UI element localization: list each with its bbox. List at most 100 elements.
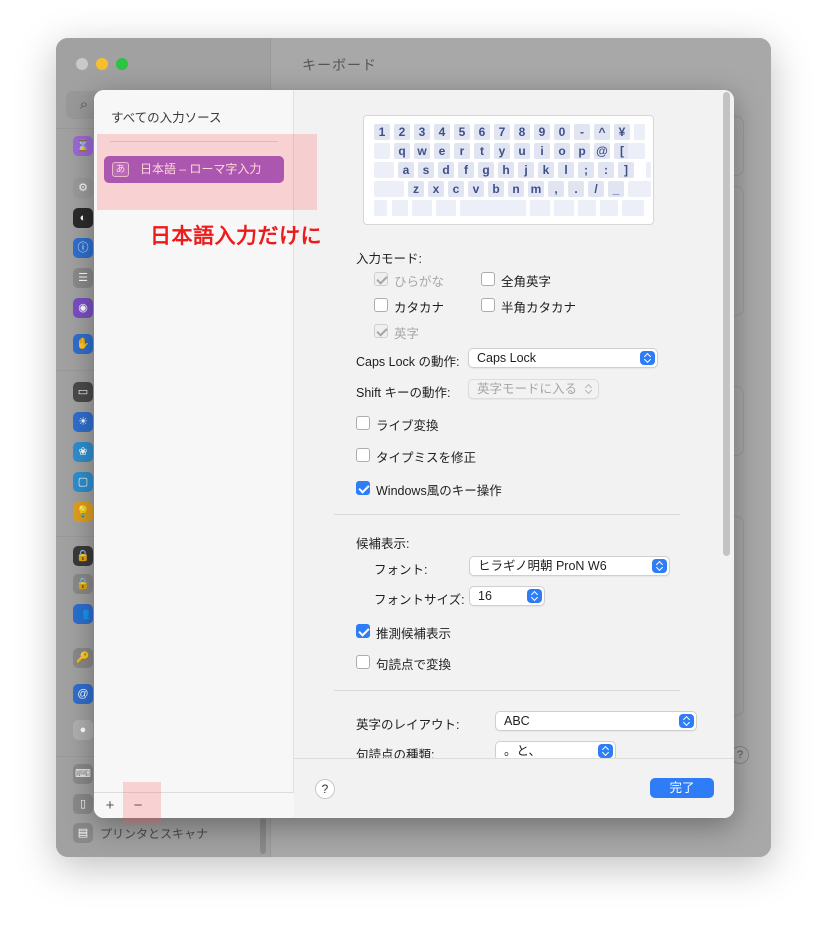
keyboard-key: b — [488, 181, 504, 197]
passwords-icon[interactable]: 🔑 — [73, 648, 93, 668]
windows-keys-checkbox[interactable] — [356, 481, 370, 495]
desktop-dock-icon[interactable]: ▭ — [73, 382, 93, 402]
predictive-label: 推測候補表示 — [376, 627, 452, 641]
game-center-icon[interactable]: ● — [73, 720, 93, 740]
keyboard-key: 6 — [474, 124, 490, 140]
eiji-label: 英字 — [394, 327, 420, 341]
keyboard-key: g — [478, 162, 494, 178]
hiragana-label: ひらがな — [394, 275, 445, 289]
katakana-checkbox[interactable] — [374, 298, 388, 312]
keyboard-key: c — [448, 181, 464, 197]
keyboard-key: n — [508, 181, 524, 197]
keyboard-key-blank — [646, 162, 651, 178]
sidebar-item-printers[interactable]: プリンタとスキャナ — [100, 825, 208, 842]
keyboard-key: r — [454, 143, 470, 159]
screen-time-icon[interactable]: ⌛ — [73, 136, 93, 156]
keyboard-key: 1 — [374, 124, 390, 140]
siri-icon[interactable]: ◉ — [73, 298, 93, 318]
predictive-checkbox[interactable] — [356, 624, 370, 638]
zenkaku-eiji-label: 全角英字 — [501, 275, 552, 289]
punct-convert-checkbox[interactable] — [356, 655, 370, 669]
keyboard-icon[interactable]: ⌨ — [73, 764, 93, 784]
keyboard-key-blank — [634, 124, 645, 140]
keyboard-key: 8 — [514, 124, 530, 140]
keyboard-key-blank — [374, 181, 404, 197]
done-button[interactable]: 完了 — [650, 778, 714, 798]
settings-scrollbar[interactable] — [723, 92, 730, 556]
keyboard-key: s — [418, 162, 434, 178]
keyboard-key: 2 — [394, 124, 410, 140]
layout-label: 英字のレイアウト: — [356, 718, 460, 732]
hankaku-katakana-checkbox[interactable] — [481, 298, 495, 312]
keyboard-key-blank — [600, 200, 618, 216]
caps-lock-value: Caps Lock — [477, 351, 537, 365]
input-mode-heading: 入力モード: — [356, 252, 422, 266]
font-size-label: フォントサイズ: — [374, 593, 465, 607]
punct-type-popup[interactable]: 。と、 — [495, 741, 616, 758]
keyboard-key: _ — [608, 181, 624, 197]
keyboard-key-blank — [554, 200, 574, 216]
caps-lock-label: Caps Lock の動作: — [356, 355, 460, 369]
font-popup[interactable]: ヒラギノ明朝 ProN W6 — [469, 556, 670, 576]
lock-screen-icon[interactable]: 🔒 — [73, 546, 93, 566]
sidebar-scrollbar[interactable] — [260, 818, 266, 854]
live-conversion-label: ライブ変換 — [376, 419, 439, 433]
internet-accounts-icon[interactable]: @ — [73, 684, 93, 704]
printer-icon[interactable]: ▤ — [73, 823, 93, 843]
screensaver-icon[interactable]: ▢ — [73, 472, 93, 492]
font-size-popup[interactable]: 16 — [469, 586, 545, 606]
chevron-updown-icon — [527, 589, 542, 603]
help-button[interactable]: ? — [315, 779, 335, 799]
candidates-heading: 候補表示: — [356, 537, 410, 551]
control-center-icon[interactable]: ☰ — [73, 268, 93, 288]
energy-icon[interactable]: 💡 — [73, 502, 93, 522]
punct-convert-label: 句読点で変換 — [376, 658, 452, 672]
chevron-updown-icon — [640, 351, 655, 365]
keyboard-key: w — [414, 143, 430, 159]
live-conversion-checkbox[interactable] — [356, 416, 370, 430]
typo-fix-checkbox[interactable] — [356, 448, 370, 462]
touch-id-icon[interactable]: 🔒 — [73, 574, 93, 594]
add-source-button[interactable]: + — [98, 795, 122, 817]
general-icon[interactable]: ⚙ — [73, 178, 93, 198]
screenshot-root: ⌕ ⌛ ⚙ ◐ ⓘ ☰ ◉ ✋ ▭ ☀ ❀ ▢ 💡 🔒 🔒 👥 🔑 @ ● ⌨ … — [0, 0, 827, 932]
zenkaku-eiji-checkbox[interactable] — [481, 272, 495, 286]
zoom-button[interactable] — [116, 58, 128, 70]
privacy-hand-icon[interactable]: ✋ — [73, 334, 93, 354]
close-button[interactable] — [76, 58, 88, 70]
minimize-button[interactable] — [96, 58, 108, 70]
accessibility-icon[interactable]: ⓘ — [73, 238, 93, 258]
keyboard-key: ^ — [594, 124, 610, 140]
windows-keys-label: Windows風のキー操作 — [376, 484, 502, 498]
keyboard-key-blank — [530, 200, 550, 216]
displays-icon[interactable]: ☀ — [73, 412, 93, 432]
keyboard-key: a — [398, 162, 414, 178]
layout-value: ABC — [504, 714, 530, 728]
keyboard-key: 7 — [494, 124, 510, 140]
keyboard-layout-preview: 1 2 3 4 5 6 7 8 9 0- ^ ¥ q w e r t y u i o p @[a s d f g h j k l;:] z x c… — [363, 115, 654, 225]
keyboard-key-blank — [374, 162, 394, 178]
mouse-icon[interactable]: ▯ — [73, 794, 93, 814]
keyboard-key: 5 — [454, 124, 470, 140]
appearance-icon[interactable]: ◐ — [73, 208, 93, 228]
keyboard-key: q — [394, 143, 410, 159]
font-value: ヒラギノ明朝 ProN W6 — [478, 559, 607, 573]
eiji-checkbox — [374, 324, 388, 338]
shift-value: 英字モードに入る — [477, 382, 578, 396]
keyboard-key: l — [558, 162, 574, 178]
chevron-updown-icon — [679, 714, 694, 728]
sources-list-title: すべての入力ソース — [111, 111, 222, 125]
keyboard-key-blank — [628, 181, 651, 197]
window-title: キーボード — [302, 57, 377, 73]
keyboard-key: m — [528, 181, 544, 197]
hiragana-checkbox — [374, 272, 388, 286]
users-groups-icon[interactable]: 👥 — [73, 604, 93, 624]
keyboard-key: o — [554, 143, 570, 159]
layout-popup[interactable]: ABC — [495, 711, 697, 731]
keyboard-key: 9 — [534, 124, 550, 140]
wallpaper-icon[interactable]: ❀ — [73, 442, 93, 462]
keyboard-key: y — [494, 143, 510, 159]
keyboard-key: d — [438, 162, 454, 178]
caps-lock-popup[interactable]: Caps Lock — [468, 348, 658, 368]
chevron-updown-icon — [652, 559, 667, 573]
